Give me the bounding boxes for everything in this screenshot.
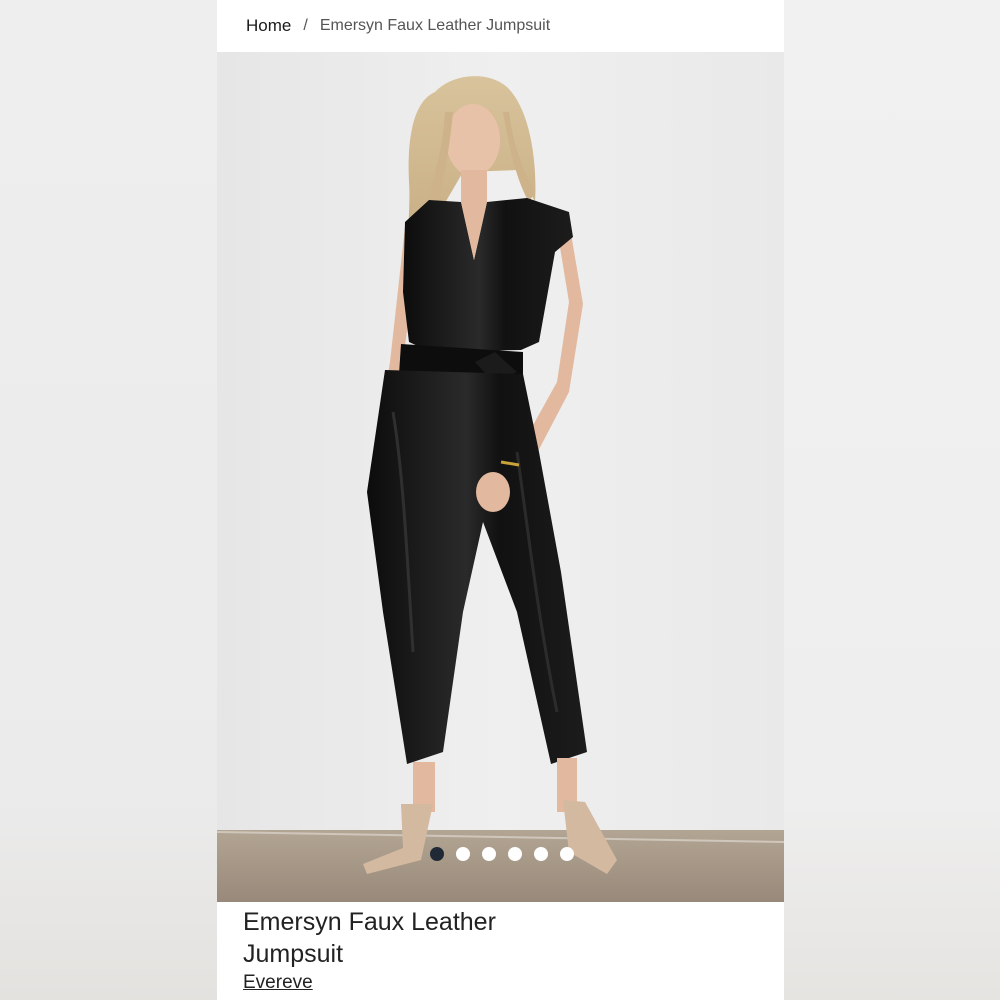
product-title: Emersyn Faux Leather Jumpsuit [243, 908, 496, 968]
gallery-dot-6[interactable] [560, 847, 574, 861]
gallery-dot-2[interactable] [456, 847, 470, 861]
product-page: Home / Emersyn Faux Leather Jumpsuit Eme… [217, 0, 784, 1000]
gallery-dot-1[interactable] [430, 847, 444, 861]
gallery-dot-5[interactable] [534, 847, 548, 861]
product-photo [217, 52, 784, 902]
breadcrumb: Home / Emersyn Faux Leather Jumpsuit [217, 0, 784, 52]
backdrop-right [784, 0, 1000, 1000]
gallery-dot-3[interactable] [482, 847, 496, 861]
breadcrumb-home-link[interactable]: Home [246, 16, 291, 36]
product-image-gallery[interactable] [217, 52, 784, 902]
gallery-dot-4[interactable] [508, 847, 522, 861]
breadcrumb-current: Emersyn Faux Leather Jumpsuit [319, 17, 551, 34]
product-info: Emersyn Faux Leather Jumpsuit Evereve [243, 906, 763, 994]
gallery-pagination [430, 847, 574, 861]
brand-link[interactable]: Evereve [243, 972, 313, 994]
breadcrumb-separator: / [303, 17, 308, 34]
backdrop-left [0, 0, 217, 1000]
